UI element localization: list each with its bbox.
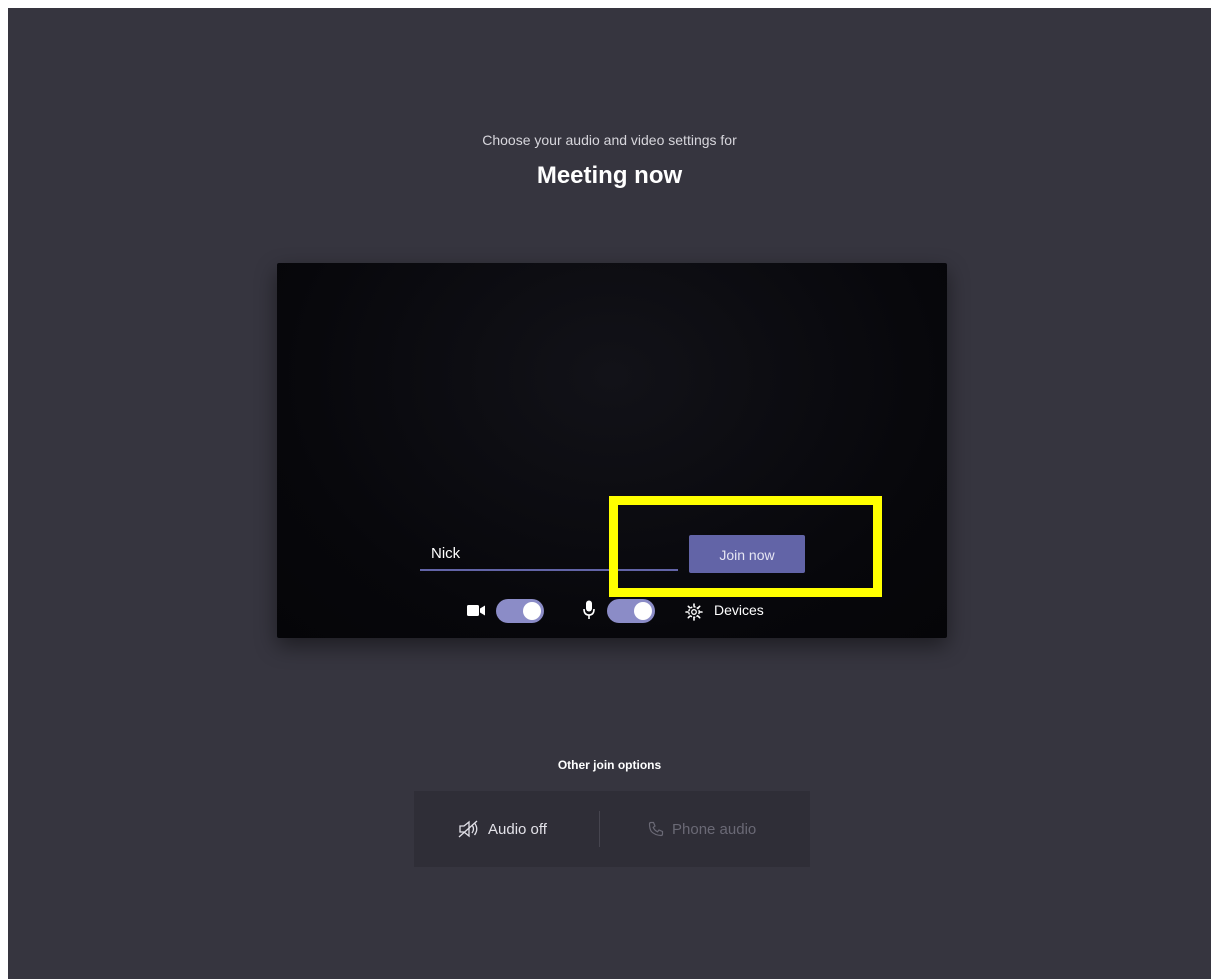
other-join-options-title: Other join options — [557, 758, 662, 772]
options-divider — [599, 811, 600, 847]
video-preview: Nick Join now Devices — [277, 263, 947, 638]
settings-subtitle: Choose your audio and video settings for — [482, 132, 737, 148]
other-join-options: Audio off Phone audio — [414, 791, 810, 867]
camera-toggle[interactable] — [496, 599, 544, 623]
microphone-toggle[interactable] — [607, 599, 655, 623]
join-now-button[interactable]: Join now — [689, 535, 805, 573]
speaker-off-icon — [458, 820, 478, 838]
microphone-toggle-knob — [634, 602, 652, 620]
microphone-icon — [583, 600, 595, 619]
name-input[interactable]: Nick — [420, 541, 678, 571]
phone-icon — [648, 821, 664, 837]
prejoin-screen: Choose your audio and video settings for… — [8, 8, 1211, 979]
camera-icon — [467, 605, 485, 616]
camera-toggle-knob — [523, 602, 541, 620]
meeting-title: Meeting now — [536, 162, 683, 189]
audio-off-label: Audio off — [488, 820, 547, 838]
audio-off-option[interactable]: Audio off — [458, 791, 547, 867]
devices-button[interactable]: Devices — [714, 602, 764, 618]
gear-icon[interactable] — [685, 603, 703, 621]
device-controls: Devices — [277, 596, 947, 626]
phone-audio-option[interactable]: Phone audio — [648, 791, 756, 867]
phone-audio-label: Phone audio — [672, 820, 757, 838]
